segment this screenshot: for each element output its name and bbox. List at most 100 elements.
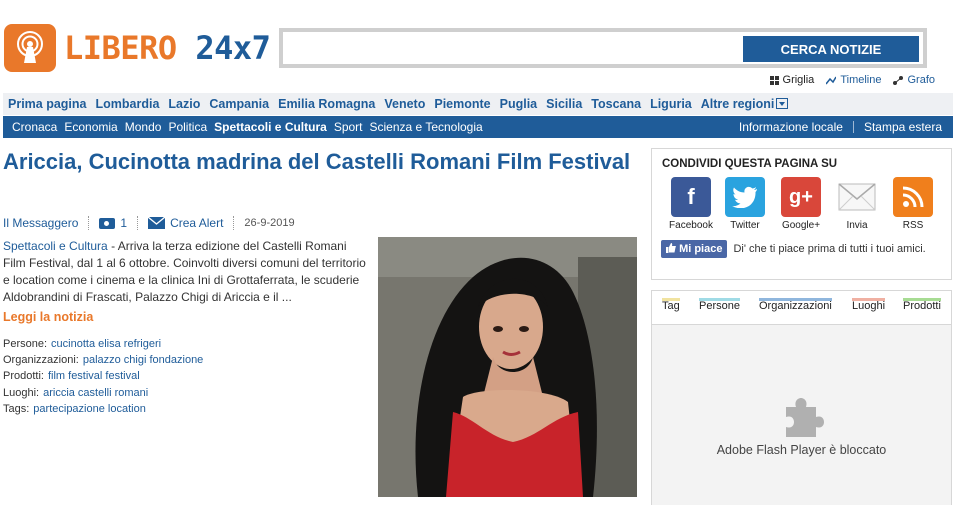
tag-label: Tags: [3, 402, 30, 415]
article-date: 26-9-2019 [244, 217, 295, 229]
nav-altre-regioni[interactable]: Altre regioni [701, 97, 789, 111]
tag-row: Persone: cucinotta elisa refrigeri [3, 336, 203, 352]
tag-cloud-panel: Tag Persone Organizzazioni Luoghi Prodot… [651, 290, 952, 505]
article-source[interactable]: Il Messaggero [3, 216, 78, 230]
section-nav: Cronaca Economia Mondo Politica Spettaco… [3, 116, 953, 138]
tag-label: Organizzazioni: [3, 354, 79, 367]
view-griglia[interactable]: Griglia [769, 74, 815, 86]
nav-toscana[interactable]: Toscana [591, 97, 641, 111]
view-timeline[interactable]: Timeline [826, 74, 881, 86]
share-label: RSS [902, 220, 924, 231]
site-logo[interactable]: LIBERO 24x7 [4, 24, 271, 72]
nav-liguria[interactable]: Liguria [650, 97, 692, 111]
tab-tag[interactable]: Tag [662, 298, 680, 312]
like-text: Di' che ti piace prima di tutti i tuoi a… [733, 243, 926, 255]
article-category[interactable]: Spettacoli e Cultura [3, 239, 108, 253]
photo-count-value: 1 [120, 216, 128, 230]
tag-value[interactable]: film festival festival [48, 370, 140, 382]
rss-icon [893, 177, 933, 217]
tab-luoghi[interactable]: Luoghi [852, 298, 886, 312]
divider [852, 121, 854, 133]
camera-icon [99, 217, 116, 229]
divider [88, 216, 90, 230]
share-panel: CONDIVIDI QUESTA PAGINA SU f Facebook Tw… [651, 148, 952, 280]
nav-stampa-estera[interactable]: Stampa estera [864, 120, 942, 134]
view-grafo[interactable]: Grafo [893, 74, 935, 86]
google-plus-icon: g+ [781, 177, 821, 217]
facebook-like: Mi piace Di' che ti piace prima di tutti… [661, 240, 926, 258]
portrait-image [378, 237, 637, 497]
like-button-label: Mi piace [679, 243, 723, 255]
share-facebook-button[interactable]: f Facebook [668, 177, 714, 231]
nav-prima-pagina[interactable]: Prima pagina [8, 97, 87, 111]
tag-value[interactable]: palazzo chigi fondazione [83, 354, 203, 366]
flash-placeholder[interactable]: Adobe Flash Player è bloccato [652, 325, 951, 505]
nav-mondo[interactable]: Mondo [125, 120, 162, 134]
grid-icon [769, 75, 779, 85]
view-switcher: Griglia Timeline Grafo [769, 74, 935, 86]
tag-label: Persone: [3, 338, 48, 350]
nav-campania[interactable]: Campania [209, 97, 269, 111]
view-label: Griglia [782, 74, 815, 86]
timeline-icon [826, 76, 837, 84]
share-googleplus-button[interactable]: g+ Google+ [778, 177, 824, 231]
tag-row: Prodotti: film festival festival [3, 368, 203, 384]
nav-veneto[interactable]: Veneto [384, 97, 425, 111]
read-more-link[interactable]: Leggi la notizia [3, 310, 93, 324]
facebook-icon: f [671, 177, 711, 217]
article-photo[interactable] [378, 237, 637, 497]
tag-value[interactable]: partecipazione location [33, 403, 146, 415]
tag-row: Luoghi: ariccia castelli romani [3, 385, 203, 401]
broadcast-icon [4, 24, 56, 72]
nav-lombardia[interactable]: Lombardia [96, 97, 160, 111]
nav-spettacoli-cultura[interactable]: Spettacoli e Cultura [214, 120, 327, 134]
share-label: Google+ [781, 220, 821, 231]
tag-label: Prodotti: [3, 370, 44, 383]
share-heading: CONDIVIDI QUESTA PAGINA SU [662, 158, 838, 170]
search-input[interactable] [283, 32, 739, 64]
tag-value[interactable]: cucinotta elisa refrigeri [51, 338, 161, 350]
tab-organizzazioni[interactable]: Organizzazioni [759, 298, 832, 312]
view-label: Grafo [907, 74, 935, 86]
photo-count[interactable]: 1 [99, 216, 127, 230]
article-summary: Spettacoli e Cultura - Arriva la terza e… [3, 238, 371, 306]
create-alert-label: Crea Alert [170, 216, 224, 230]
nav-politica[interactable]: Politica [168, 120, 207, 134]
share-label: Facebook [669, 220, 713, 231]
share-rss-button[interactable]: RSS [890, 177, 936, 231]
nav-piemonte[interactable]: Piemonte [434, 97, 490, 111]
nav-economia[interactable]: Economia [64, 120, 117, 134]
share-email-button[interactable]: Invia [834, 177, 880, 231]
nav-sicilia[interactable]: Sicilia [546, 97, 582, 111]
nav-lazio[interactable]: Lazio [168, 97, 200, 111]
tag-value[interactable]: ariccia castelli romani [43, 387, 148, 399]
view-label: Timeline [840, 74, 882, 86]
nav-sport[interactable]: Sport [334, 120, 363, 134]
article-title[interactable]: Ariccia, Cucinotta madrina del Castelli … [3, 148, 643, 176]
divider [137, 216, 139, 230]
share-twitter-button[interactable]: Twitter [722, 177, 768, 231]
share-label: Invia [846, 220, 868, 231]
tag-row: Tags: partecipazione location [3, 401, 203, 417]
like-button[interactable]: Mi piace [661, 240, 728, 258]
nav-emilia-romagna[interactable]: Emilia Romagna [278, 97, 375, 111]
tab-prodotti[interactable]: Prodotti [903, 298, 941, 312]
chevron-down-icon[interactable] [776, 98, 789, 109]
nav-puglia[interactable]: Puglia [500, 97, 538, 111]
tag-tabs: Tag Persone Organizzazioni Luoghi Prodot… [652, 291, 951, 325]
article-tags: Persone: cucinotta elisa refrigeri Organi… [3, 336, 203, 417]
tab-persone[interactable]: Persone [699, 298, 740, 312]
graph-icon [893, 75, 904, 85]
search-button[interactable]: CERCA NOTIZIE [743, 36, 919, 62]
nav-scienza-tecnologia[interactable]: Scienza e Tecnologia [370, 120, 483, 134]
create-alert-link[interactable]: Crea Alert [148, 216, 223, 230]
envelope-icon [148, 217, 166, 229]
tag-row: Organizzazioni: palazzo chigi fondazione [3, 352, 203, 368]
mail-icon [837, 177, 877, 217]
share-label: Twitter [730, 220, 760, 231]
twitter-icon [725, 177, 765, 217]
thumbs-up-icon [666, 243, 676, 253]
nav-informazione-locale[interactable]: Informazione locale [739, 120, 843, 134]
tag-label: Luoghi: [3, 386, 40, 399]
nav-cronaca[interactable]: Cronaca [12, 120, 57, 134]
